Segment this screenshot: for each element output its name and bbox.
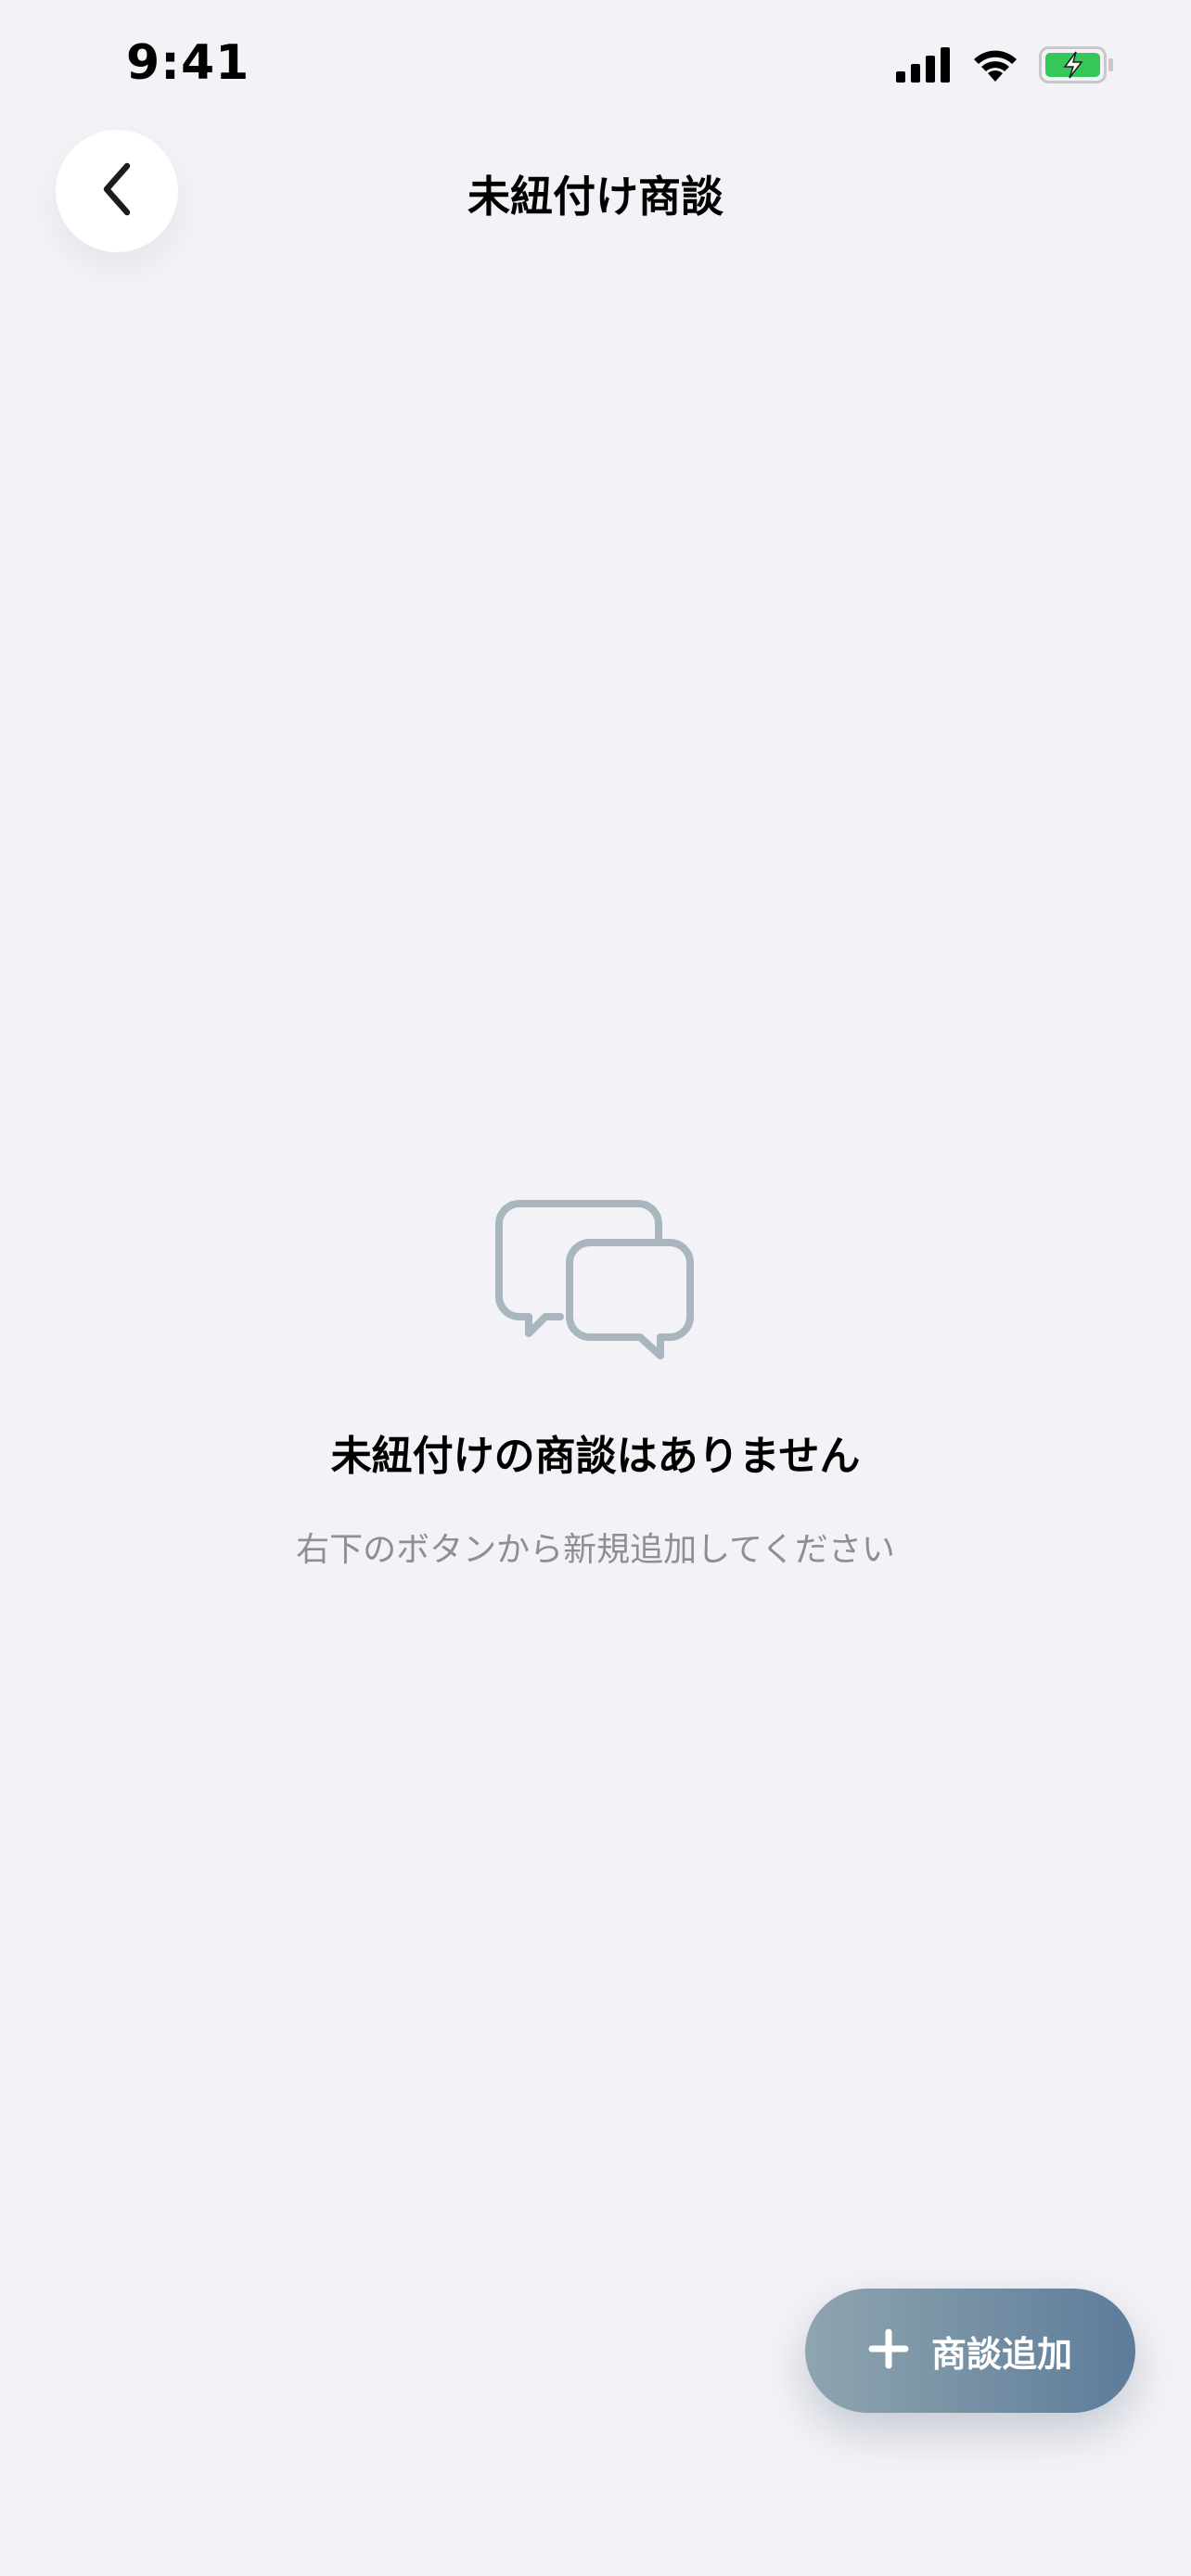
battery-charging-icon bbox=[1039, 46, 1115, 83]
status-time: 9:41 bbox=[126, 35, 250, 91]
chat-bubbles-icon bbox=[488, 1196, 703, 1371]
empty-state-subtitle: 右下のボタンから新規追加してください bbox=[296, 1531, 895, 1569]
plus-icon bbox=[868, 2328, 909, 2373]
add-deal-button[interactable]: 商談追加 bbox=[805, 2289, 1135, 2413]
empty-state-title: 未紐付けの商談はありません bbox=[330, 1433, 861, 1480]
status-bar: 9:41 bbox=[0, 0, 1191, 130]
empty-state: 未紐付けの商談はありません 右下のボタンから新規追加してください bbox=[0, 1196, 1191, 1571]
cellular-signal-icon bbox=[896, 47, 952, 83]
wifi-icon bbox=[970, 46, 1020, 83]
status-icons bbox=[896, 46, 1115, 83]
add-deal-label: 商談追加 bbox=[930, 2333, 1072, 2375]
page-title: 未紐付け商談 bbox=[467, 172, 724, 222]
